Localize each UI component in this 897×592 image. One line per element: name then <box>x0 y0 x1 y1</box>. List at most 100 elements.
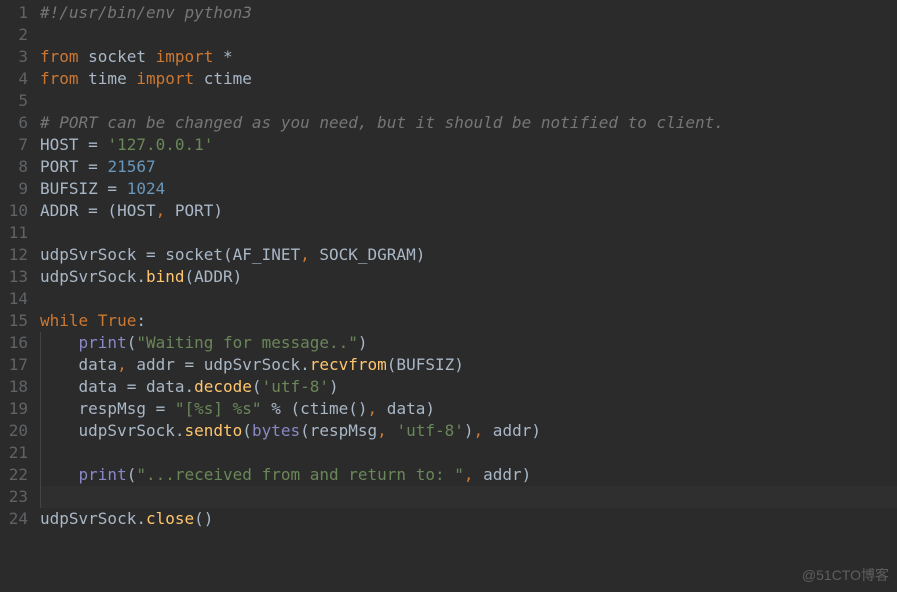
token: , <box>368 399 378 418</box>
token: close <box>146 509 194 528</box>
code-line[interactable]: respMsg = "[%s] %s" % (ctime(), data) <box>40 398 897 420</box>
token: SOCK_DGRAM) <box>310 245 426 264</box>
token: from <box>40 47 79 66</box>
code-line[interactable]: #!/usr/bin/env python3 <box>40 2 897 24</box>
token: 1024 <box>127 179 166 198</box>
code-line[interactable]: while True: <box>40 310 897 332</box>
token: recvfrom <box>310 355 387 374</box>
token: print <box>79 465 127 484</box>
token: while <box>40 311 98 330</box>
code-line[interactable] <box>40 486 897 508</box>
token: from <box>40 69 79 88</box>
line-number: 1 <box>0 2 28 24</box>
token: : <box>136 311 146 330</box>
line-number: 14 <box>0 288 28 310</box>
indent-guide <box>40 420 41 442</box>
token: data = data. <box>40 377 194 396</box>
token: bytes <box>252 421 300 440</box>
token: 21567 <box>107 157 155 176</box>
line-number: 2 <box>0 24 28 46</box>
code-line[interactable]: udpSvrSock.close() <box>40 508 897 530</box>
token: % (ctime() <box>262 399 368 418</box>
line-number: 16 <box>0 332 28 354</box>
token: , <box>156 201 166 220</box>
token: socket <box>79 47 156 66</box>
indent-guide <box>40 398 41 420</box>
line-number: 7 <box>0 134 28 156</box>
token: '127.0.0.1' <box>107 135 213 154</box>
token: (BUFSIZ) <box>387 355 464 374</box>
token <box>40 465 79 484</box>
token: ( <box>127 333 137 352</box>
token: udpSvrSock. <box>40 267 146 286</box>
line-number: 20 <box>0 420 28 442</box>
token: data) <box>377 399 435 418</box>
code-line[interactable]: # PORT can be changed as you need, but i… <box>40 112 897 134</box>
line-number: 21 <box>0 442 28 464</box>
token: PORT = <box>40 157 107 176</box>
code-line[interactable] <box>40 222 897 244</box>
code-line[interactable]: print("Waiting for message..") <box>40 332 897 354</box>
token: * <box>213 47 232 66</box>
line-number: 19 <box>0 398 28 420</box>
line-number: 12 <box>0 244 28 266</box>
code-line[interactable]: ADDR = (HOST, PORT) <box>40 200 897 222</box>
watermark: @51CTO博客 <box>802 564 889 586</box>
line-number: 24 <box>0 508 28 530</box>
code-line[interactable]: PORT = 21567 <box>40 156 897 178</box>
code-line[interactable] <box>40 90 897 112</box>
code-line[interactable] <box>40 288 897 310</box>
code-line[interactable] <box>40 24 897 46</box>
token: decode <box>194 377 252 396</box>
line-number: 8 <box>0 156 28 178</box>
token: ) <box>329 377 339 396</box>
code-line[interactable]: data, addr = udpSvrSock.recvfrom(BUFSIZ) <box>40 354 897 376</box>
line-number: 13 <box>0 266 28 288</box>
code-area[interactable]: #!/usr/bin/env python3 from socket import… <box>40 2 897 530</box>
line-number: 10 <box>0 200 28 222</box>
token: ( <box>242 421 252 440</box>
token: data <box>40 355 117 374</box>
code-line[interactable]: from socket import * <box>40 46 897 68</box>
line-number: 15 <box>0 310 28 332</box>
line-number: 6 <box>0 112 28 134</box>
indent-guide <box>40 464 41 486</box>
code-line[interactable]: data = data.decode('utf-8') <box>40 376 897 398</box>
line-number-gutter: 123456789101112131415161718192021222324 <box>0 2 40 530</box>
code-line[interactable] <box>40 442 897 464</box>
code-line[interactable]: from time import ctime <box>40 68 897 90</box>
token: sendto <box>185 421 243 440</box>
code-line[interactable]: udpSvrSock = socket(AF_INET, SOCK_DGRAM) <box>40 244 897 266</box>
code-line[interactable]: BUFSIZ = 1024 <box>40 178 897 200</box>
token: ) <box>464 421 474 440</box>
token <box>40 333 79 352</box>
code-line[interactable]: udpSvrSock.bind(ADDR) <box>40 266 897 288</box>
token: True <box>98 311 137 330</box>
token: HOST = <box>40 135 107 154</box>
token: udpSvrSock. <box>40 421 185 440</box>
code-editor: 123456789101112131415161718192021222324 … <box>0 0 897 530</box>
line-number: 18 <box>0 376 28 398</box>
line-number: 23 <box>0 486 28 508</box>
indent-guide <box>40 354 41 376</box>
token: ) <box>358 333 368 352</box>
token: addr) <box>483 421 541 440</box>
token: print <box>79 333 127 352</box>
token: , <box>300 245 310 264</box>
code-line[interactable]: print("...received from and return to: "… <box>40 464 897 486</box>
line-number: 17 <box>0 354 28 376</box>
token: bind <box>146 267 185 286</box>
code-line[interactable]: udpSvrSock.sendto(bytes(respMsg, 'utf-8'… <box>40 420 897 442</box>
token: udpSvrSock. <box>40 509 146 528</box>
line-number: 4 <box>0 68 28 90</box>
indent-guide <box>40 332 41 354</box>
indent-guide <box>40 442 41 464</box>
token: (respMsg <box>300 421 377 440</box>
token: , <box>377 421 387 440</box>
token: 'utf-8' <box>262 377 329 396</box>
token: BUFSIZ = <box>40 179 127 198</box>
token: "Waiting for message.." <box>136 333 358 352</box>
token: , <box>474 421 484 440</box>
token: 'utf-8' <box>396 421 463 440</box>
code-line[interactable]: HOST = '127.0.0.1' <box>40 134 897 156</box>
